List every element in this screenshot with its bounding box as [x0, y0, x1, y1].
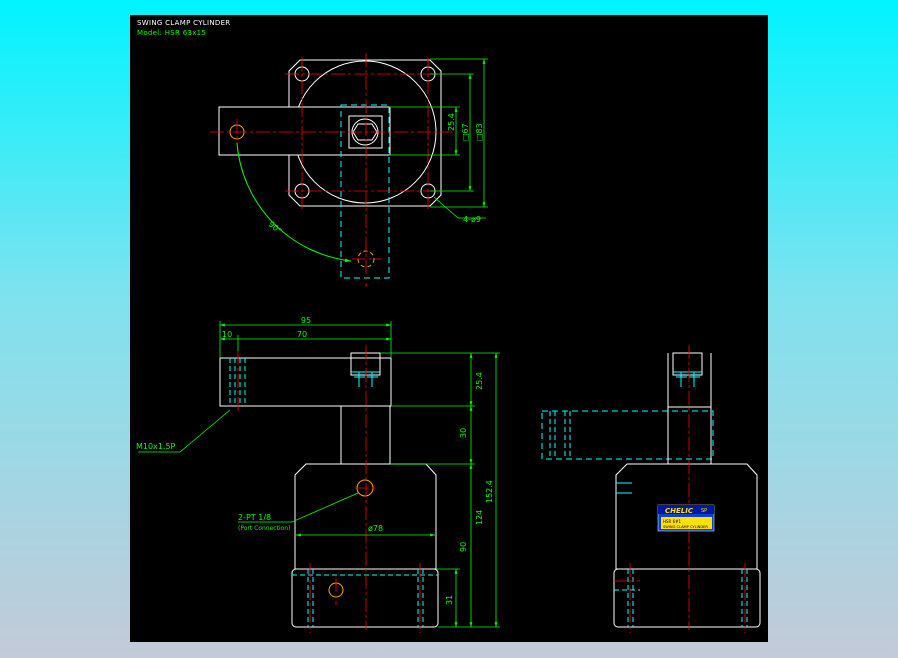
nameplate: CHELIC SP HSR 6#1 SWING CLAMP CYLINDER: [657, 504, 715, 532]
dim-152-4: 152.4: [485, 480, 494, 503]
dim-83: □83: [475, 123, 484, 141]
nameplate-line1: HSR 6#1: [663, 519, 681, 524]
dim-angle: 90°: [267, 220, 284, 236]
drawing-sheet: SWING CLAMP CYLINDER Model: HSR 63x15 25…: [130, 15, 768, 642]
nut-side-detail: [673, 371, 702, 387]
front-view: 95 10 70 25.4 30 152.4 124 90 31 ø78 M10…: [136, 316, 500, 633]
arm-hole-hidden-front: [229, 358, 246, 406]
top-centerlines: [210, 53, 452, 287]
dim-dia-78: ø78: [368, 524, 383, 533]
top-view: 25.4 □67 □83 4-ø9 90°: [210, 53, 488, 287]
dim-70: 70: [297, 330, 307, 339]
nameplate-line2: SWING CLAMP CYLINDER: [663, 525, 708, 529]
arm-hidden-side: [541, 410, 714, 460]
dim-30: 30: [459, 428, 468, 438]
port-callout: 2-PT 1/8: [238, 513, 271, 522]
dim-25-4-front: 25.4: [475, 372, 484, 390]
dim-90: 90: [459, 542, 468, 552]
port-callout-sub: (Port Connection): [238, 525, 290, 532]
base-block-front: [291, 568, 439, 628]
dim-25-4-top: 25.4: [447, 113, 456, 131]
dim-31: 31: [445, 595, 454, 605]
port-side: [616, 482, 632, 494]
dim-95: 95: [301, 316, 311, 325]
clamp-arm-front: [219, 357, 392, 407]
top-dimensions: [389, 58, 488, 219]
front-dimensions: [138, 321, 500, 628]
dim-holes: 4-ø9: [463, 215, 481, 224]
rod-hidden: [340, 407, 391, 465]
base-hidden-lines: [292, 569, 438, 627]
nameplate-suffix: SP: [701, 508, 707, 514]
rotation-arc: [236, 142, 352, 263]
base-block-side: [613, 568, 761, 628]
cad-drawing: 25.4 □67 □83 4-ø9 90° 95 10 70 25.4 30 1…: [136, 53, 761, 633]
side-view: CHELIC SP HSR 6#1 SWING CLAMP CYLINDER: [541, 345, 761, 633]
dim-67: □67: [461, 123, 470, 141]
nameplate-brand: CHELIC: [665, 507, 694, 515]
thread-callout: M10x1.5P: [136, 442, 176, 451]
dim-10: 10: [222, 330, 232, 339]
nut-detail: [351, 371, 380, 387]
dim-124: 124: [475, 510, 484, 525]
base-side-hidden: [614, 569, 748, 627]
